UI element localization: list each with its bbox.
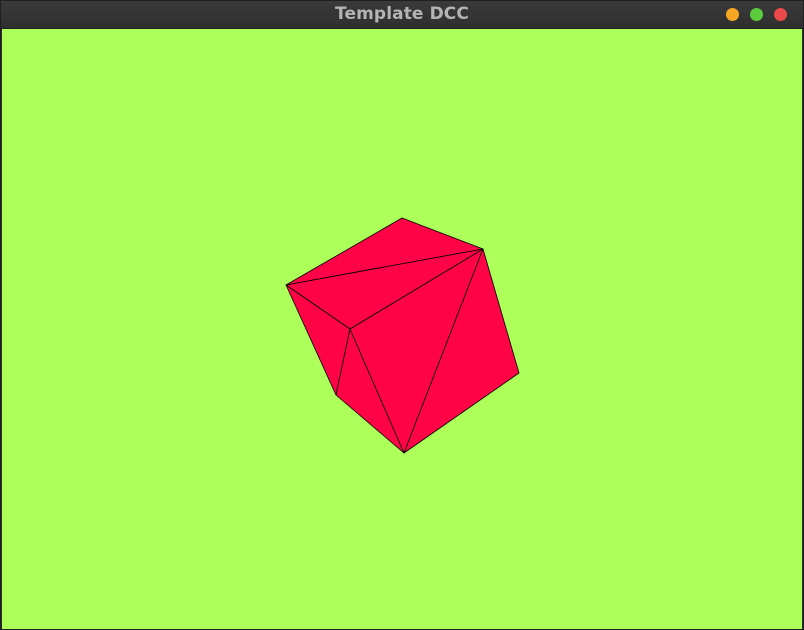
render-viewport[interactable] bbox=[2, 29, 802, 629]
app-window: Template DCC bbox=[0, 0, 804, 630]
title-bar[interactable]: Template DCC bbox=[1, 1, 803, 29]
minimize-button[interactable] bbox=[726, 8, 739, 21]
window-title: Template DCC bbox=[335, 4, 469, 24]
viewport-canvas bbox=[2, 29, 802, 629]
maximize-button[interactable] bbox=[750, 8, 763, 21]
close-button[interactable] bbox=[774, 8, 787, 21]
